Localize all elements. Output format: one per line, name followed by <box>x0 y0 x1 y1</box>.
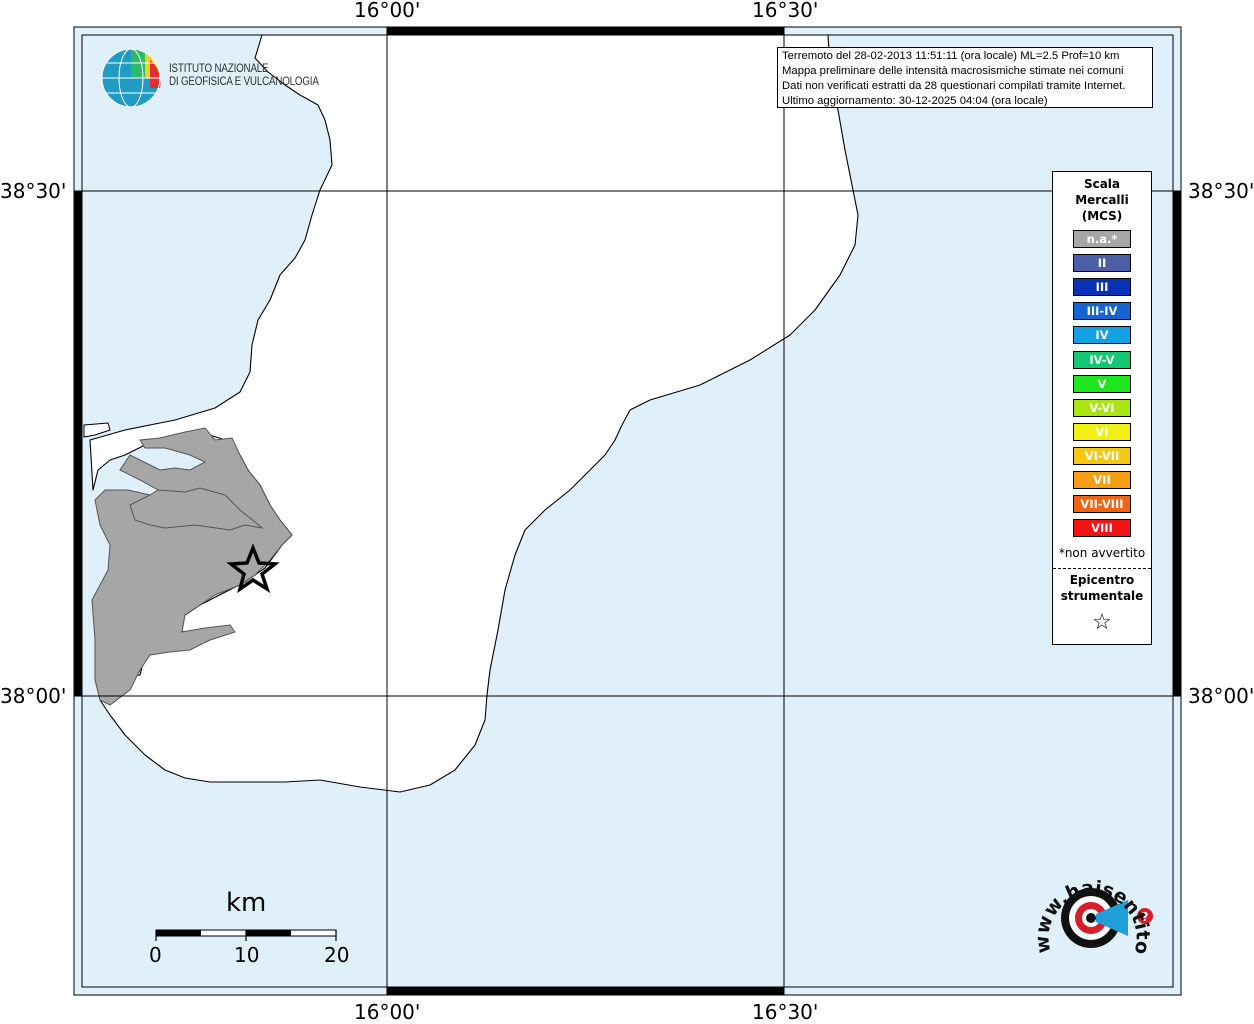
scale-label-0: 0 <box>149 943 162 967</box>
legend-epicenter-line-2: strumentale <box>1060 589 1144 603</box>
legend-swatch: III <box>1073 278 1131 297</box>
legend-swatch: VI-VII <box>1073 446 1131 465</box>
legend-swatch: II <box>1073 254 1131 273</box>
legend-title-line-3: (MCS) <box>1081 209 1123 223</box>
event-info-box: Terremoto del 28-02-2013 11:51:11 (ora l… <box>777 47 1153 108</box>
legend-note: *non avvertito <box>1058 546 1146 560</box>
legend-swatch: IV-V <box>1073 350 1131 369</box>
logo-line-2: DI GEOFISICA E VULCANOLOGIA <box>169 75 319 88</box>
legend-swatch: V-VI <box>1073 398 1131 417</box>
legend-separator <box>1053 568 1151 569</box>
left-label-38-30: 38°30' <box>0 179 67 203</box>
legend-swatch: VI <box>1073 422 1131 441</box>
ingv-globe-icon <box>101 48 161 108</box>
info-line-2: Mappa preliminare delle intensità macros… <box>782 65 1124 77</box>
info-line-4: Ultimo aggiornamento: 30-12-2025 04:04 (… <box>782 95 1048 107</box>
legend-star-icon: ☆ <box>1092 610 1112 635</box>
legend-title-line-1: Scala <box>1083 177 1121 191</box>
bottom-label-16-00: 16°00' <box>354 1000 421 1024</box>
ingv-logo: ISTITUTO NAZIONALE DI GEOFISICA E VULCAN… <box>169 63 319 88</box>
info-line-3: Dati non verificati estratti da 28 quest… <box>782 80 1126 92</box>
legend-epicenter-line-1: Epicentro <box>1069 573 1135 587</box>
logo-line-1: ISTITUTO NAZIONALE <box>169 63 269 75</box>
right-label-38-30: 38°30' <box>1188 179 1254 203</box>
legend-swatch: V <box>1073 374 1131 393</box>
bottom-label-16-30: 16°30' <box>752 1000 819 1024</box>
top-label-16-00: 16°00' <box>354 0 421 22</box>
legend-swatch: VII-VIII <box>1073 495 1131 514</box>
legend-epicenter-label: Epicentro strumentale <box>1053 572 1151 604</box>
mcs-legend: Scala Mercalli (MCS) n.a.* II III III-IV IV I… <box>1052 171 1152 645</box>
left-label-38-00: 38°00' <box>0 684 67 708</box>
scale-title: km <box>226 888 267 918</box>
right-label-38-00: 38°00' <box>1188 684 1254 708</box>
legend-swatch: VIII <box>1073 519 1131 538</box>
scale-label-10: 10 <box>234 943 260 967</box>
top-label-16-30: 16°30' <box>752 0 819 22</box>
legend-swatch: n.a.* <box>1073 230 1131 248</box>
legend-title-line-2: Mercalli <box>1075 193 1129 207</box>
legend-title: Scala Mercalli (MCS) <box>1053 176 1151 224</box>
info-line-1: Terremoto del 28-02-2013 11:51:11 (ora l… <box>782 50 1120 62</box>
legend-swatch: IV <box>1073 326 1131 345</box>
scale-label-20: 20 <box>324 943 350 967</box>
legend-swatch: III-IV <box>1073 302 1131 321</box>
legend-swatch: VII <box>1073 471 1131 489</box>
